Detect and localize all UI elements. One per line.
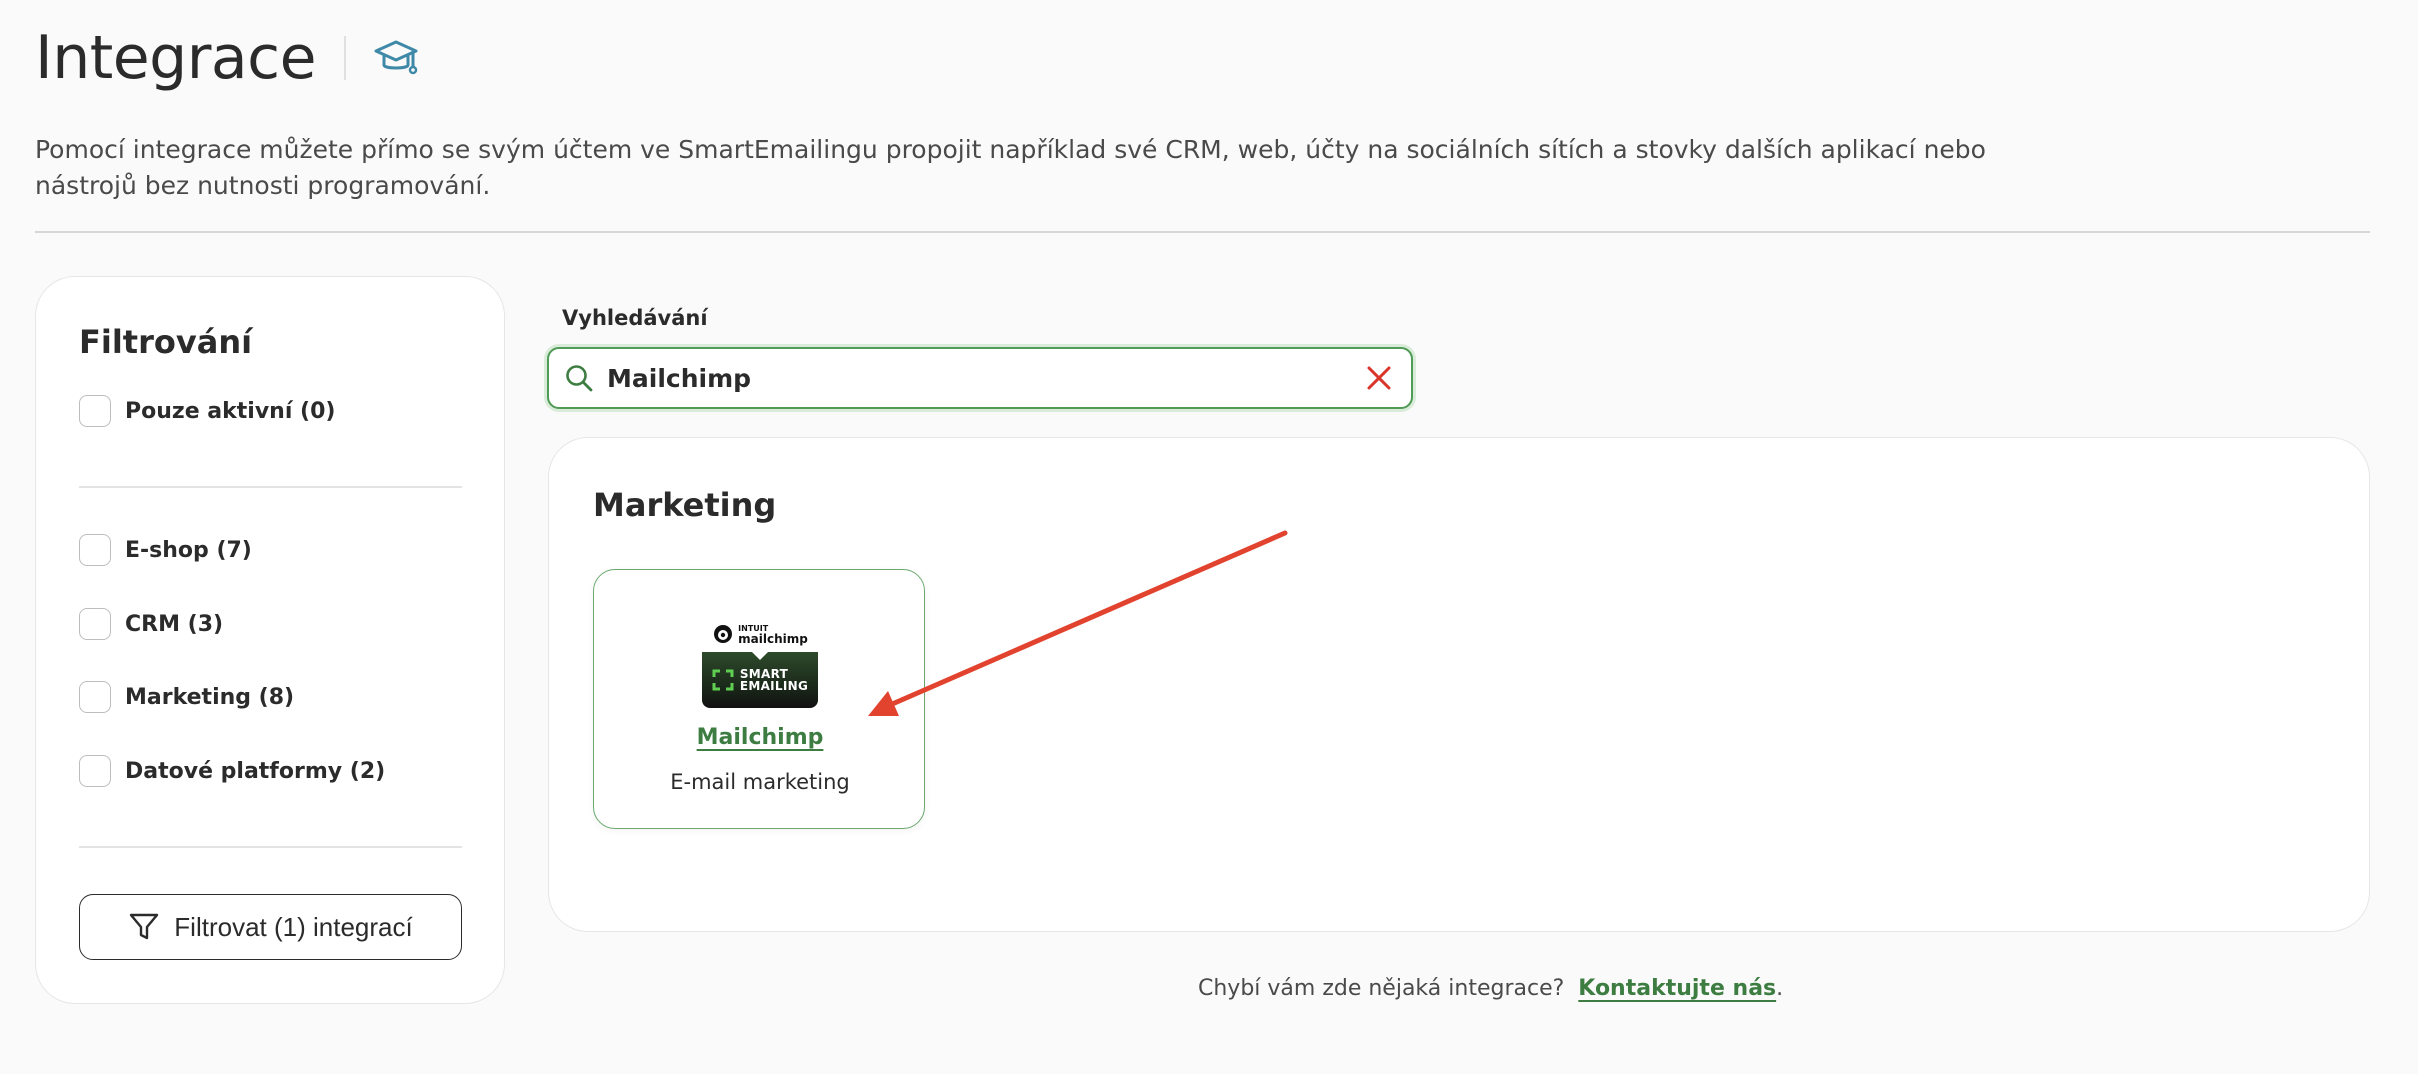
integration-description: E-mail marketing: [670, 770, 850, 794]
filter-integrations-button[interactable]: Filtrovat (1) integrací: [79, 894, 462, 960]
sidebar-divider: [79, 846, 462, 848]
clear-search-icon[interactable]: [1359, 358, 1399, 398]
footer-suffix: .: [1776, 976, 1784, 1001]
logo-notch: [752, 652, 768, 660]
mailchimp-monkey-icon: [714, 625, 733, 643]
filter-only-active[interactable]: Pouze aktivní (0): [79, 395, 335, 427]
filter-category-crm[interactable]: CRM (3): [79, 608, 223, 640]
sidebar-title: Filtrování: [79, 323, 253, 361]
header-divider-line: [35, 231, 2370, 233]
search-icon: [561, 360, 597, 396]
search-label: Vyhledávání: [562, 306, 708, 330]
filter-category-data-platforms[interactable]: Datové platformy (2): [79, 755, 385, 787]
filter-category-eshop[interactable]: E-shop (7): [79, 534, 252, 566]
checkbox[interactable]: [79, 395, 111, 427]
mailchimp-wordmark: INTUIT mailchimp: [738, 624, 808, 646]
checkbox-label: CRM (3): [125, 611, 224, 637]
filter-sidebar: Filtrování Pouze aktivní (0) E-shop (7) …: [35, 276, 505, 1004]
filter-button-label: Filtrovat (1) integrací: [174, 911, 413, 942]
integrations-page: Integrace Pomocí integrace můžete přímo …: [0, 0, 2418, 1074]
sidebar-divider: [79, 486, 462, 488]
page-title: Integrace: [35, 23, 317, 93]
checkbox[interactable]: [79, 681, 111, 713]
checkbox-label: E-shop (7): [125, 537, 252, 563]
smartemailing-wordmark: SMART EMAILING: [739, 667, 809, 693]
footer-contact: Chybí vám zde nějaká integrace? Kontaktu…: [1198, 976, 1783, 1001]
filter-category-marketing[interactable]: Marketing (8): [79, 681, 294, 713]
search-field[interactable]: [547, 347, 1413, 409]
checkbox[interactable]: [79, 755, 111, 787]
mailchimp-smartemailing-logo: INTUIT mailchimp SMART EMAILING: [702, 618, 818, 712]
smartemailing-mark-icon: [712, 669, 734, 691]
smartemailing-logo: SMART EMAILING: [702, 652, 818, 708]
results-panel: Marketing INTUIT mailchimp SMART EMAILIN…: [548, 437, 2370, 932]
integration-name-link[interactable]: Mailchimp: [594, 725, 926, 750]
integration-card-mailchimp[interactable]: INTUIT mailchimp SMART EMAILING Mailchim…: [593, 569, 925, 829]
mailchimp-logo: INTUIT mailchimp: [702, 618, 818, 650]
footer-text: Chybí vám zde nějaká integrace?: [1198, 976, 1565, 1001]
checkbox-label: Datové platformy (2): [125, 758, 386, 784]
header-divider: [344, 36, 347, 80]
page-description: Pomocí integrace můžete přímo se svým úč…: [35, 135, 1986, 200]
checkbox[interactable]: [79, 534, 111, 566]
search-input[interactable]: [607, 363, 1347, 393]
funnel-icon: [130, 913, 159, 940]
checkbox-label: Pouze aktivní (0): [125, 398, 336, 424]
graduation-cap-icon[interactable]: [372, 34, 420, 82]
category-title: Marketing: [593, 486, 777, 524]
checkbox[interactable]: [79, 608, 111, 640]
checkbox-label: Marketing (8): [125, 684, 295, 710]
contact-us-link[interactable]: Kontaktujte nás: [1578, 976, 1776, 1001]
page-header: Integrace: [35, 18, 420, 98]
